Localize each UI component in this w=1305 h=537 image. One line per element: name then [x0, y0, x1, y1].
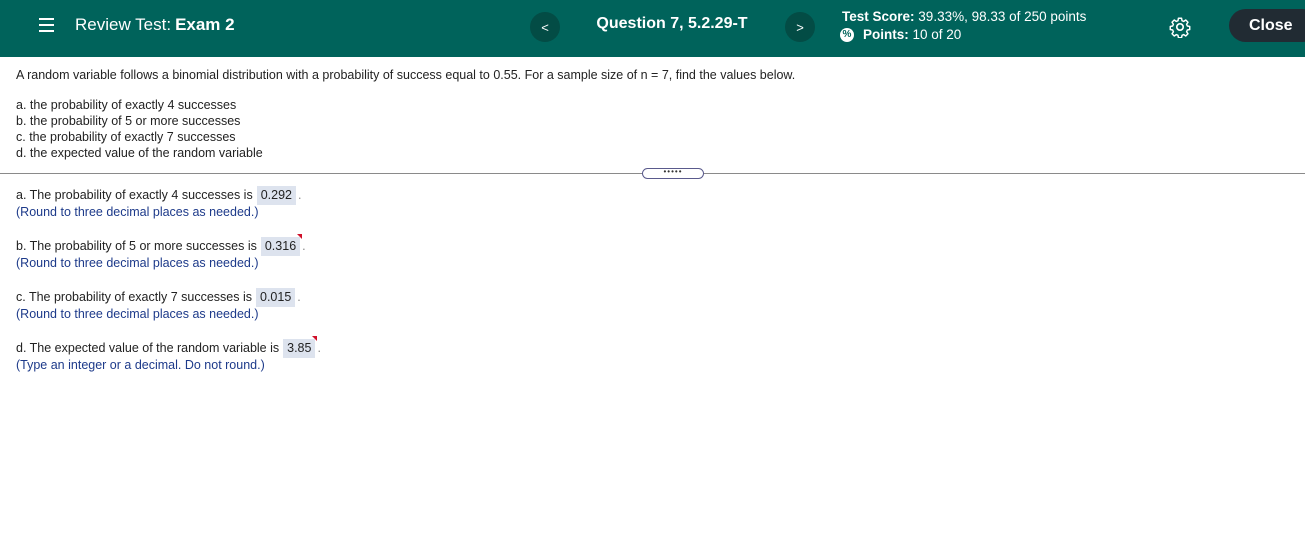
- test-title-prefix: Review Test:: [75, 15, 172, 34]
- period: .: [297, 290, 301, 304]
- test-title-exam: Exam 2: [175, 15, 235, 34]
- period: .: [302, 239, 306, 253]
- problem-part: c. the probability of exactly 7 successe…: [16, 130, 236, 144]
- score-value: 39.33%, 98.33 of 250 points: [918, 9, 1087, 24]
- answer-text: d. The expected value of the random vari…: [16, 341, 280, 355]
- problem-statement: A random variable follows a binomial dis…: [16, 68, 796, 82]
- problem-part: a. the probability of exactly 4 successe…: [16, 98, 237, 112]
- next-question-button[interactable]: >: [785, 12, 815, 42]
- period: .: [317, 341, 321, 355]
- answer-d: d. The expected value of the random vari…: [16, 335, 321, 372]
- answer-text: a. The probability of exactly 4 successe…: [16, 188, 253, 202]
- score-label: Test Score:: [842, 9, 915, 24]
- question-label: Question 7, 5.2.29-T: [596, 15, 748, 32]
- answer-box[interactable]: 0.292: [256, 185, 296, 205]
- answer-box[interactable]: 3.85: [283, 335, 318, 358]
- top-bar: Review Test: Exam 2 < Question 7, 5.2.29-…: [0, 0, 1305, 57]
- answer-b: b. The probability of 5 or more successe…: [16, 233, 306, 270]
- close-button[interactable]: Close: [1229, 9, 1305, 42]
- problem-part: b. the probability of 5 or more successe…: [16, 114, 241, 128]
- answer-box[interactable]: 0.015: [256, 287, 296, 307]
- answer-hint: (Round to three decimal places as needed…: [16, 205, 259, 219]
- answer-c: c. The probability of exactly 7 successe…: [16, 287, 301, 321]
- answer-hint: (Round to three decimal places as needed…: [16, 307, 259, 321]
- menu-icon[interactable]: [39, 18, 54, 33]
- previous-question-button[interactable]: <: [530, 12, 560, 42]
- partial-credit-icon: %: [840, 28, 854, 42]
- answer-text: c. The probability of exactly 7 successe…: [16, 290, 252, 304]
- answer-text: b. The probability of 5 or more successe…: [16, 239, 257, 253]
- score-panel: Test Score: 39.33%, 98.33 of 250 points …: [840, 8, 1087, 44]
- gear-icon[interactable]: [1169, 16, 1191, 38]
- test-title: Review Test: Exam 2: [75, 15, 235, 35]
- problem-parts: a. the probability of exactly 4 successe…: [16, 97, 263, 161]
- period: .: [297, 188, 302, 202]
- points-value: 10 of 20: [912, 27, 962, 42]
- answer-a: a. The probability of exactly 4 successe…: [16, 185, 301, 219]
- answer-box[interactable]: 0.316: [260, 233, 303, 256]
- answer-hint: (Type an integer or a decimal. Do not ro…: [16, 358, 265, 372]
- answer-hint: (Round to three decimal places as needed…: [16, 256, 259, 270]
- expand-handle[interactable]: •••••: [642, 168, 704, 179]
- points-label: Points:: [863, 27, 909, 42]
- problem-part: d. the expected value of the random vari…: [16, 146, 263, 160]
